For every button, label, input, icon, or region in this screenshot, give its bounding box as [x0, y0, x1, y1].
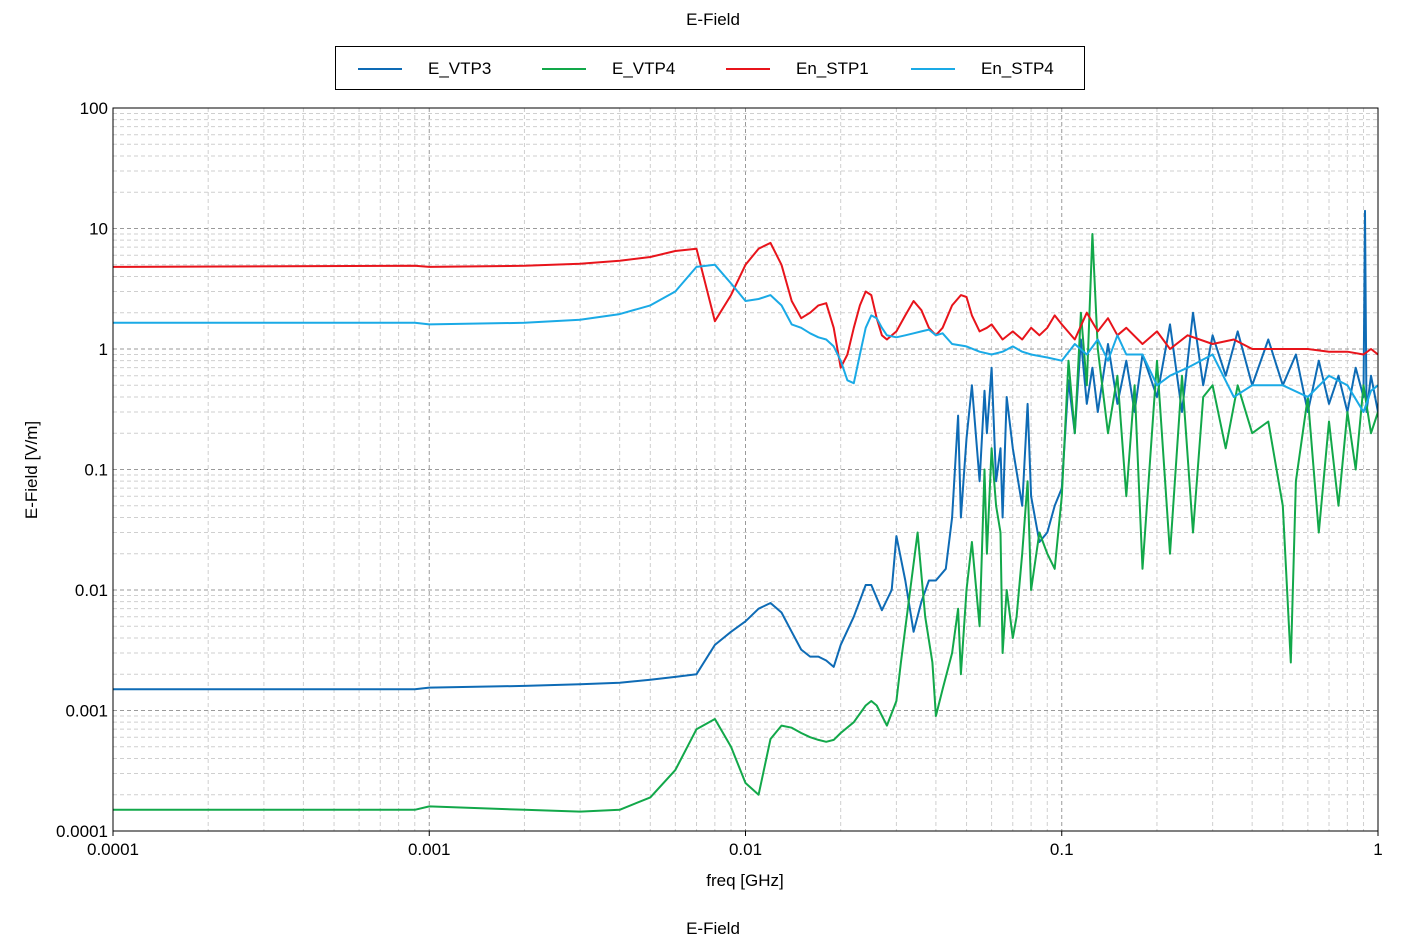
series-layer: [113, 209, 1378, 813]
x-tick-label: 0.0001: [87, 840, 139, 859]
y-tick-label: 0.001: [65, 702, 108, 721]
y-tick-label: 10: [89, 220, 108, 239]
x-tick-label: 1: [1373, 840, 1382, 859]
y-tick-label: 0.01: [75, 581, 108, 600]
chart-footer-title: E-Field: [686, 919, 740, 938]
x-tick-label: 0.1: [1050, 840, 1074, 859]
e-field-chart: 0.0001 0.001 0.01 0.1 1 0.0001 0.001 0.01 0.1 1 10…: [22, 99, 1383, 890]
y-tick-label: 0.0001: [56, 822, 108, 841]
y-axis-label: E-Field [V/m]: [22, 421, 41, 519]
x-axis-label: freq [GHz]: [706, 871, 783, 890]
y-tick-label: 0.1: [84, 461, 108, 480]
y-tick-label: 100: [80, 99, 108, 118]
series-line-e-vtp3: [113, 209, 1378, 691]
y-tick-label: 1: [99, 340, 108, 359]
axes-labels: 0.0001 0.001 0.01 0.1 1 0.0001 0.001 0.01 0.1 1 10…: [56, 99, 1383, 859]
x-tick-label: 0.001: [408, 840, 451, 859]
x-tick-label: 0.01: [729, 840, 762, 859]
